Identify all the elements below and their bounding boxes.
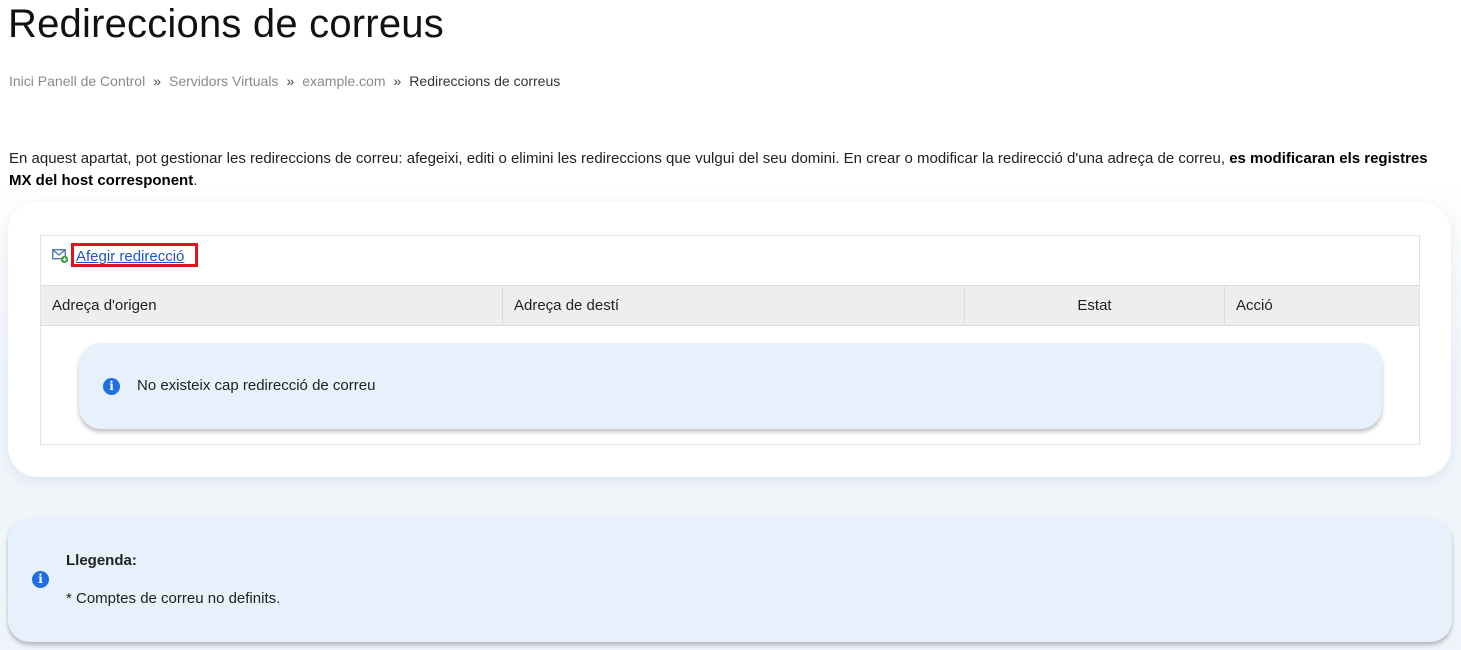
redirections-card: Afegir redirecció Adreça d'origen Adreça… <box>8 202 1451 477</box>
breadcrumb-item-domain[interactable]: example.com <box>302 73 385 89</box>
breadcrumb: Inici Panell de Control » Servidors Virtua… <box>9 73 560 89</box>
toolbar: Afegir redirecció <box>41 236 1419 285</box>
page-title: Redireccions de correus <box>8 2 444 46</box>
intro-end: . <box>193 172 198 189</box>
legend-item: * Comptes de correu no definits. <box>66 590 281 607</box>
legend-title: Llegenda: <box>66 552 137 569</box>
legend-box: i Llegenda: * Comptes de correu no defin… <box>8 518 1452 642</box>
column-header-action: Acció <box>1236 297 1273 314</box>
column-header-status: Estat <box>965 286 1225 325</box>
column-header-source: Adreça d'origen <box>41 286 503 325</box>
breadcrumb-separator: » <box>393 73 402 89</box>
info-icon: i <box>32 571 49 588</box>
info-icon: i <box>103 378 120 395</box>
add-redirect-link[interactable]: Afegir redirecció <box>76 248 184 265</box>
breadcrumb-item-home[interactable]: Inici Panell de Control <box>9 73 145 89</box>
column-header-destination: Adreça de destí <box>503 286 965 325</box>
redirections-panel: Afegir redirecció Adreça d'origen Adreça… <box>40 235 1420 445</box>
empty-table-alert: i No existeix cap redirecció de correu <box>79 343 1382 429</box>
breadcrumb-separator: » <box>153 73 161 89</box>
empty-table-message: No existeix cap redirecció de correu <box>137 377 376 394</box>
breadcrumb-current: Redireccions de correus <box>409 73 561 89</box>
intro-text: En aquest apartat, pot gestionar les red… <box>9 148 1449 192</box>
breadcrumb-separator: » <box>286 73 295 89</box>
breadcrumb-item-virtual-servers[interactable]: Servidors Virtuals <box>169 73 278 89</box>
mail-add-icon[interactable] <box>52 248 70 264</box>
intro-body: En aquest apartat, pot gestionar les red… <box>9 150 1230 167</box>
table-header: Adreça d'origen Adreça de destí Estat Ac… <box>41 285 1419 326</box>
